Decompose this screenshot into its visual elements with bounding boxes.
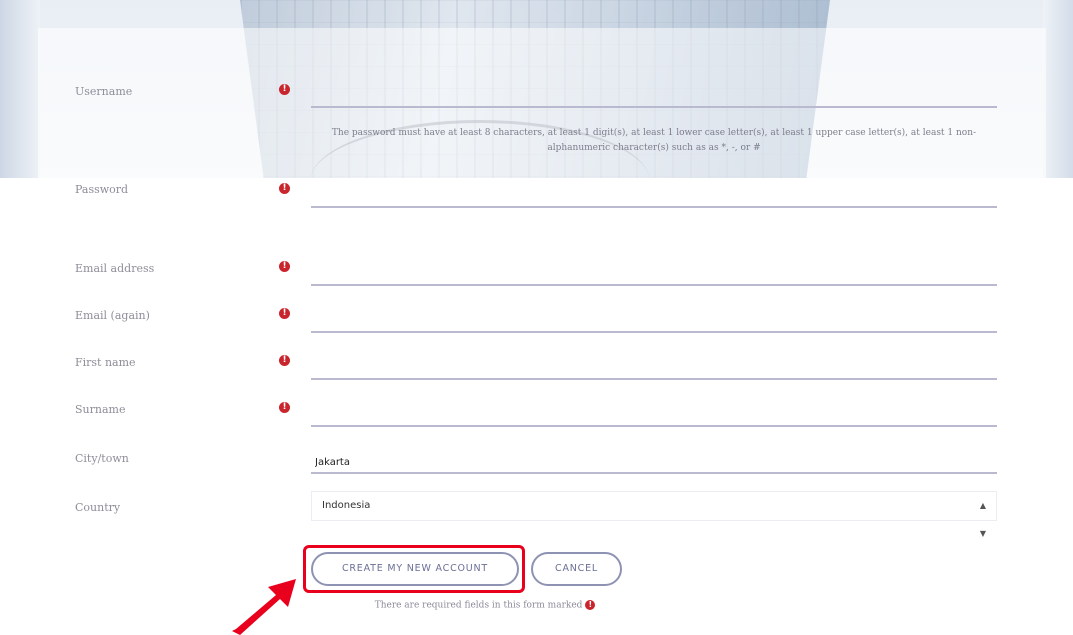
signup-page: Username ! The password must have at lea… <box>0 0 1073 635</box>
required-icon: ! <box>279 183 290 194</box>
email-again-label: Email (again) <box>75 309 150 322</box>
first-name-input[interactable] <box>311 358 997 380</box>
country-label: Country <box>75 501 121 514</box>
required-icon: ! <box>279 355 290 366</box>
password-label: Password <box>75 183 129 196</box>
required-icon: ! <box>279 402 290 413</box>
email-again-input[interactable] <box>311 311 997 333</box>
annotation-arrow-icon <box>232 579 296 635</box>
city-input[interactable] <box>311 452 997 474</box>
required-icon: ! <box>585 600 596 610</box>
cancel-button[interactable]: CANCEL <box>531 552 622 586</box>
city-label: City/town <box>75 452 129 465</box>
email-input[interactable] <box>311 264 997 286</box>
username-label: Username <box>75 85 133 98</box>
required-icon: ! <box>279 308 290 319</box>
annotation-highlight-box <box>303 545 525 593</box>
select-arrows-icon: ▲ ▼ <box>979 501 986 538</box>
required-icon: ! <box>279 261 290 272</box>
username-input[interactable] <box>311 86 997 108</box>
country-select[interactable]: Indonesia ▲ ▼ <box>311 491 997 538</box>
password-input[interactable] <box>311 186 997 208</box>
email-label: Email address <box>75 262 155 275</box>
country-selected-value: Indonesia <box>322 500 371 511</box>
surname-input[interactable] <box>311 405 997 427</box>
required-note-text: There are required fields in this form m… <box>374 600 583 611</box>
required-fields-note: There are required fields in this form m… <box>300 600 670 611</box>
password-help-text: The password must have at least 8 charac… <box>331 128 977 153</box>
required-icon: ! <box>279 84 290 95</box>
surname-label: Surname <box>75 403 126 416</box>
first-name-label: First name <box>75 356 136 369</box>
